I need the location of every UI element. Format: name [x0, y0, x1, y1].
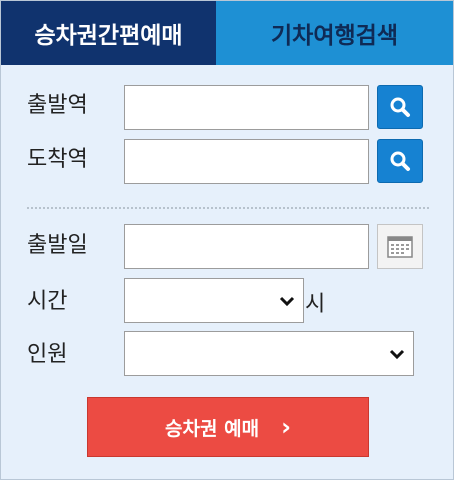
- chevron-down-icon: [389, 349, 405, 359]
- book-ticket-button-label: 승차권 예매: [165, 417, 260, 440]
- book-ticket-button[interactable]: 승차권 예매 ›: [87, 397, 369, 457]
- search-icon: [390, 97, 410, 117]
- chevron-right-icon: ›: [281, 413, 291, 441]
- arrival-label: 도착역: [27, 147, 88, 172]
- tab-bar: 승차권간편예매 기차여행검색: [1, 1, 453, 65]
- time-select[interactable]: [124, 278, 304, 323]
- date-label: 출발일: [27, 233, 88, 258]
- arrival-search-button[interactable]: [377, 139, 423, 183]
- tab-train-trip-search[interactable]: 기차여행검색: [216, 1, 453, 65]
- search-icon: [390, 151, 410, 171]
- date-input[interactable]: [124, 224, 369, 269]
- form-divider: [27, 207, 429, 209]
- passengers-select[interactable]: [124, 331, 414, 376]
- departure-search-button[interactable]: [377, 85, 423, 129]
- departure-label: 출발역: [27, 93, 88, 118]
- arrival-input[interactable]: [124, 139, 369, 184]
- tab-quick-booking[interactable]: 승차권간편예매: [1, 1, 216, 65]
- calendar-icon: [387, 235, 413, 258]
- ticket-booking-widget: 승차권간편예매 기차여행검색 출발역 도착역 출발일 시간 시 인원 승차권 예…: [0, 0, 454, 480]
- chevron-down-icon: [279, 296, 295, 306]
- passengers-label: 인원: [27, 342, 68, 367]
- time-unit-label: 시: [305, 292, 326, 317]
- time-label: 시간: [27, 289, 68, 314]
- departure-input[interactable]: [124, 85, 369, 130]
- calendar-button[interactable]: [377, 224, 423, 269]
